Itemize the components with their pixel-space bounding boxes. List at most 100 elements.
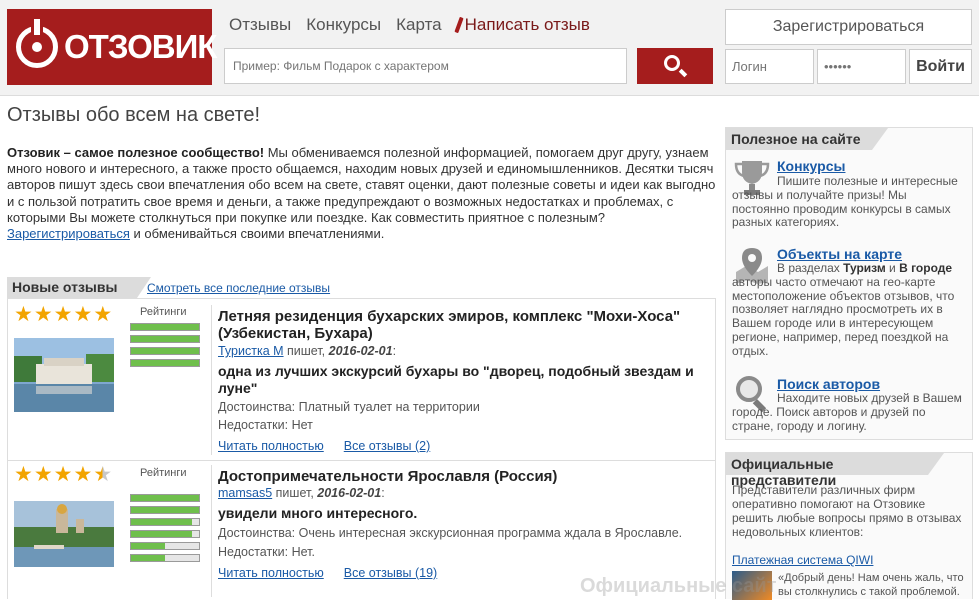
star-icon: ★ bbox=[53, 463, 73, 486]
nav-item-map[interactable]: Карта bbox=[396, 15, 442, 35]
star-icon: ★ bbox=[53, 303, 73, 326]
pros-label: Достоинства bbox=[218, 400, 292, 414]
contests-link[interactable]: Конкурсы bbox=[777, 158, 845, 174]
review-title[interactable]: Летняя резиденция бухарских эмиров, комп… bbox=[218, 308, 713, 342]
column-divider bbox=[211, 305, 212, 455]
rating-bar bbox=[130, 323, 200, 331]
rating-bar bbox=[130, 335, 200, 343]
rating-stars: ★ ★ ★ ★ ★ bbox=[14, 304, 112, 325]
qiwi-quote: «Добрый день! Нам очень жаль, что вы сто… bbox=[778, 572, 964, 598]
login-input[interactable] bbox=[725, 49, 814, 84]
map-text-pre: В разделах bbox=[777, 261, 844, 275]
date-suffix: : bbox=[381, 486, 385, 500]
rating-bar bbox=[130, 359, 200, 367]
reps-header: Официальные представители bbox=[726, 453, 944, 488]
review-links: Читать полностью Все отзывы (19) bbox=[218, 566, 437, 580]
map-text-tourism: Туризм bbox=[843, 261, 886, 275]
star-icon: ★ bbox=[33, 463, 53, 486]
map-objects-link[interactable]: Объекты на карте bbox=[777, 246, 902, 262]
star-icon: ★ bbox=[73, 463, 93, 486]
useful-header: Полезное на сайте bbox=[726, 128, 888, 150]
site-logo[interactable]: ОТЗОВИК bbox=[7, 9, 217, 85]
rating-bars bbox=[130, 494, 200, 566]
map-objects-text: В разделах Туризм и В городе авторы част… bbox=[732, 261, 966, 359]
contests-text: Пишите полезные и интересные отзывы и по… bbox=[732, 174, 958, 230]
rating-bar bbox=[130, 554, 200, 562]
login-button[interactable]: Войти bbox=[909, 49, 972, 84]
rating-bar bbox=[130, 518, 200, 526]
cons-text: : Нет bbox=[284, 418, 313, 432]
intro-bold: Отзовик – самое полезное сообщество! bbox=[7, 145, 265, 160]
password-input[interactable] bbox=[817, 49, 906, 84]
review-list: ★ ★ ★ ★ ★ Рейтинги Летняя резиденция бух… bbox=[7, 298, 716, 599]
review-thumbnail[interactable] bbox=[14, 501, 114, 567]
ratings-label: Рейтинги bbox=[140, 467, 187, 479]
nav-item-reviews[interactable]: Отзывы bbox=[229, 15, 291, 35]
author-search-link[interactable]: Поиск авторов bbox=[777, 376, 880, 392]
logo-text: ОТЗОВИК bbox=[64, 28, 217, 65]
review-thumbnail[interactable] bbox=[14, 338, 114, 412]
page-title: Отзывы обо всем на свете! bbox=[7, 104, 261, 126]
site-header: ОТЗОВИК Отзывы Конкурсы Карта Написать о… bbox=[0, 0, 979, 96]
map-text-city: В городе bbox=[899, 261, 953, 275]
star-icon: ★ bbox=[14, 463, 33, 486]
review-summary[interactable]: одна из лучших экскурсий бухары во "двор… bbox=[218, 363, 713, 397]
half-star-icon: ★ bbox=[93, 463, 113, 486]
rating-bar bbox=[130, 506, 200, 514]
pros-text: : Очень интересная экскурсионная програм… bbox=[291, 526, 683, 540]
star-icon: ★ bbox=[93, 303, 113, 326]
search-icon bbox=[664, 55, 680, 71]
rating-bars bbox=[130, 323, 200, 371]
author-link[interactable]: mamsas5 bbox=[218, 486, 272, 500]
ratings-label: Рейтинги bbox=[140, 306, 187, 318]
nav-item-contests[interactable]: Конкурсы bbox=[306, 15, 381, 35]
map-text-post: авторы часто отмечают на гео-карте место… bbox=[732, 274, 955, 358]
pros-label: Достоинства bbox=[218, 526, 292, 540]
review-date: 2016-02-01 bbox=[317, 486, 382, 500]
rating-bar bbox=[130, 542, 200, 550]
write-review-label: Написать отзыв bbox=[464, 15, 590, 34]
review-pros: Достоинства: Очень интересная экскурсион… bbox=[218, 526, 682, 540]
author-search-text: Находите новых друзей в Вашем городе. По… bbox=[732, 391, 962, 433]
watermark-text: Официальные сайт bbox=[580, 575, 777, 597]
intro-text: Отзовик – самое полезное сообщество! Мы … bbox=[7, 145, 717, 242]
review-item: ★ ★ ★ ★ ★ Рейтинги Летняя резиденция бух… bbox=[8, 299, 715, 460]
review-summary[interactable]: увидели много интересного. bbox=[218, 505, 713, 522]
review-links: Читать полностью Все отзывы (2) bbox=[218, 439, 430, 453]
write-review-link[interactable]: Написать отзыв bbox=[454, 15, 590, 35]
review-title[interactable]: Достопримечательности Ярославля (Россия) bbox=[218, 468, 713, 485]
intro-register-link[interactable]: Зарегистрироваться bbox=[7, 226, 130, 241]
see-all-reviews-link[interactable]: Смотреть все последние отзывы bbox=[147, 281, 330, 295]
read-more-link[interactable]: Читать полностью bbox=[218, 439, 324, 453]
logo-ring-icon bbox=[16, 19, 58, 68]
all-reviews-link[interactable]: Все отзывы (2) bbox=[344, 439, 431, 453]
rating-stars: ★ ★ ★ ★ ★ bbox=[14, 464, 112, 485]
date-suffix: : bbox=[392, 344, 397, 358]
review-cons: Недостатки: Нет. bbox=[218, 545, 315, 559]
rating-bar bbox=[130, 494, 200, 502]
pencil-icon bbox=[454, 16, 464, 34]
review-date: 2016-02-01 bbox=[328, 344, 393, 358]
cons-label: Недостатки bbox=[218, 545, 285, 559]
star-icon: ★ bbox=[33, 303, 53, 326]
review-meta: Туристка М пишет, 2016-02-01: bbox=[218, 344, 396, 358]
main-nav: Отзывы Конкурсы Карта Написать отзыв bbox=[229, 15, 590, 35]
review-cons: Недостатки: Нет bbox=[218, 418, 313, 432]
register-button[interactable]: Зарегистрироваться bbox=[725, 9, 972, 45]
wrote-text: пишет, bbox=[283, 344, 329, 358]
wrote-text: пишет, bbox=[272, 486, 318, 500]
star-icon: ★ bbox=[14, 303, 33, 326]
read-more-link[interactable]: Читать полностью bbox=[218, 566, 324, 580]
rating-bar bbox=[130, 347, 200, 355]
map-text-mid: и bbox=[885, 261, 900, 275]
search-input[interactable] bbox=[224, 48, 627, 84]
cons-text: : Нет. bbox=[284, 545, 315, 559]
author-link[interactable]: Туристка М bbox=[218, 344, 284, 358]
column-divider bbox=[211, 465, 212, 597]
qiwi-link[interactable]: Платежная система QIWI bbox=[732, 553, 873, 567]
pros-text: : Платный туалет на территории bbox=[291, 400, 480, 414]
all-reviews-link[interactable]: Все отзывы (19) bbox=[344, 566, 437, 580]
star-icon: ★ bbox=[73, 303, 93, 326]
search-button[interactable] bbox=[637, 48, 713, 84]
review-meta: mamsas5 пишет, 2016-02-01: bbox=[218, 486, 385, 500]
